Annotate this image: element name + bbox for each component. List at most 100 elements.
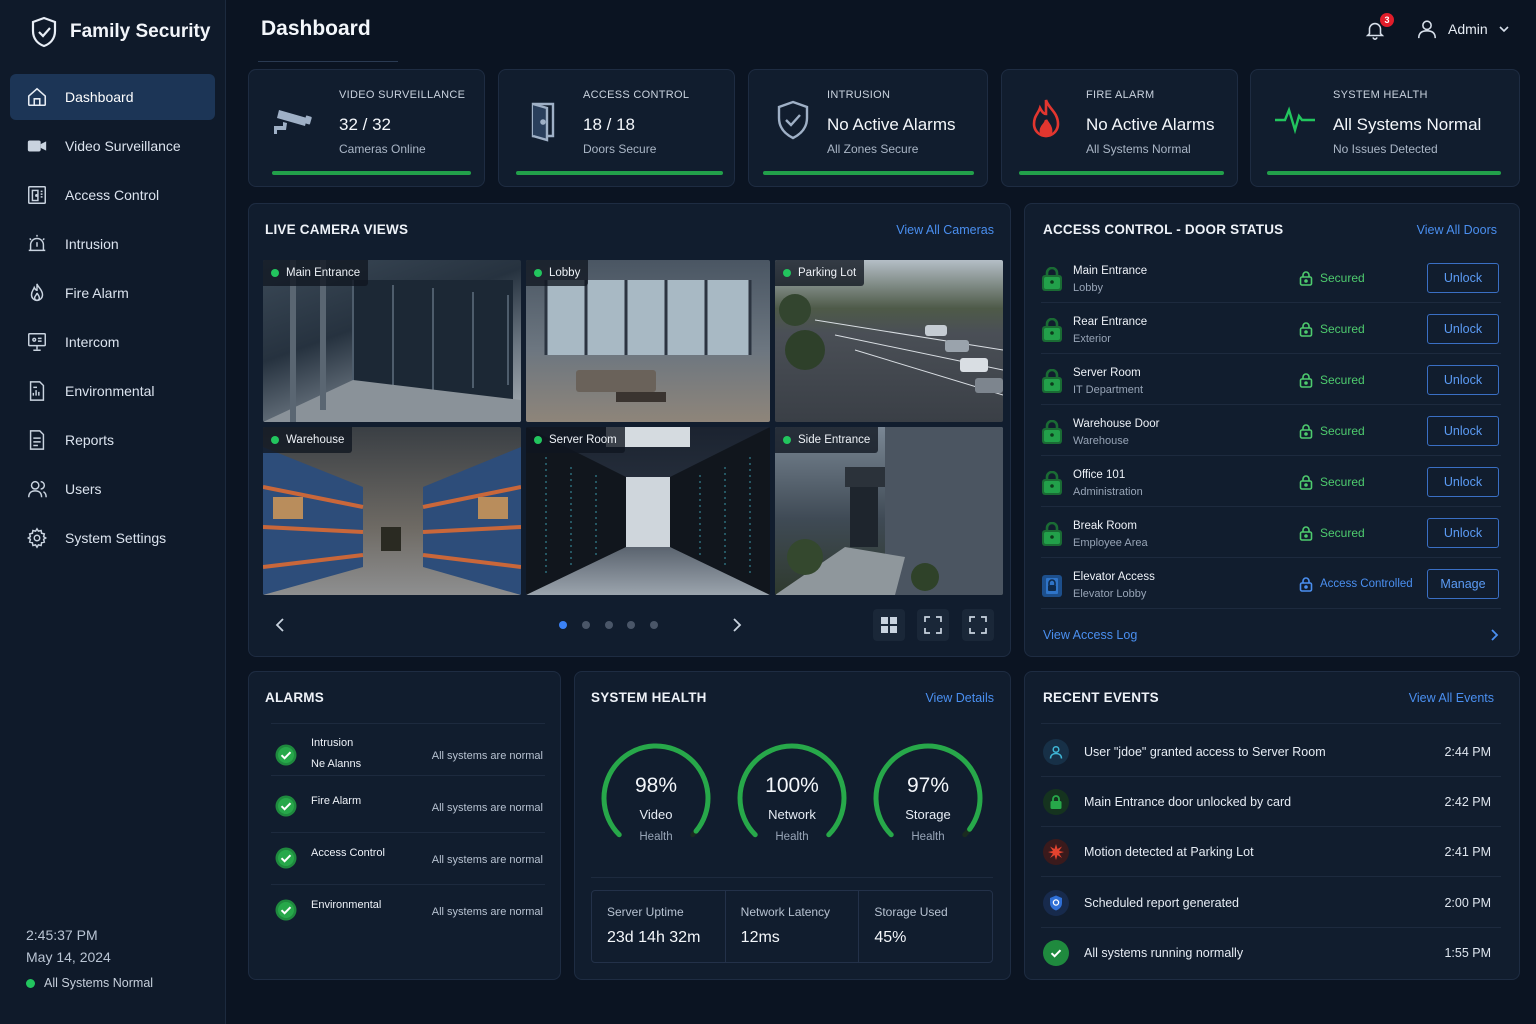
fullscreen-button[interactable] <box>962 609 994 641</box>
sidebar-item-users[interactable]: Users <box>10 466 215 512</box>
alarm-name: Access Control <box>311 847 385 859</box>
stat-label: SYSTEM HEALTH <box>1333 89 1428 101</box>
alarm-row[interactable]: Environmental All systems are normal <box>271 885 545 937</box>
live-dot-icon <box>783 269 791 277</box>
view-all-events-link[interactable]: View All Events <box>1409 691 1494 705</box>
camera-name: Server Room <box>549 434 617 446</box>
expand-icon <box>924 616 942 634</box>
camera-next-button[interactable] <box>721 609 753 641</box>
health-gauge: 98% Video Health <box>599 741 713 855</box>
sidebar-item-intrusion[interactable]: Intrusion <box>10 221 215 267</box>
camera-feed-parking-lot[interactable]: Parking Lot <box>775 260 1003 422</box>
door-status-text: Secured <box>1320 424 1365 438</box>
alarm-row[interactable]: Intrusion All systems are normal Ne Alanns <box>271 724 545 776</box>
door-status-text: Secured <box>1320 322 1365 336</box>
divider <box>591 877 993 878</box>
live-dot-icon <box>271 269 279 277</box>
unlock-button[interactable]: Unlock <box>1427 263 1499 293</box>
event-row[interactable]: Scheduled report generated 2:00 PM <box>1041 878 1501 928</box>
camera-label: Lobby <box>526 260 589 286</box>
camera-prev-button[interactable] <box>264 609 296 641</box>
motion-icon <box>1043 839 1069 866</box>
camera-page-dot[interactable] <box>582 621 590 629</box>
door-lock-icon <box>1041 521 1063 546</box>
stat-sub: All Systems Normal <box>1086 142 1191 156</box>
sidebar-item-environmental[interactable]: Environmental <box>10 368 215 414</box>
stat-card-health[interactable]: SYSTEM HEALTH All Systems Normal No Issu… <box>1250 69 1520 187</box>
panel-title: LIVE CAMERA VIEWS <box>265 222 409 237</box>
alarm-row[interactable]: Access Control All systems are normal <box>271 833 545 885</box>
view-all-doors-link[interactable]: View All Doors <box>1417 223 1497 237</box>
camera-feed-main-entrance[interactable]: Main Entrance <box>263 260 521 422</box>
camera-feed-side-entrance[interactable]: Side Entrance <box>775 427 1003 595</box>
user-menu[interactable]: Admin <box>1416 18 1510 40</box>
sidebar-item-label: Reports <box>65 432 115 448</box>
stat-card-access[interactable]: ACCESS CONTROL 18 / 18 Doors Secure <box>498 69 735 187</box>
camera-feed-warehouse[interactable]: Warehouse <box>263 427 521 595</box>
camera-page-dot[interactable] <box>605 621 613 629</box>
camera-page-dot[interactable] <box>650 621 658 629</box>
sidebar-item-fire-alarm[interactable]: Fire Alarm <box>10 270 215 316</box>
sidebar-item-system-settings[interactable]: System Settings <box>10 515 215 561</box>
gauge-percent: 98% <box>634 774 678 797</box>
stat-card-intrusion[interactable]: INTRUSION No Active Alarms All Zones Sec… <box>748 69 988 187</box>
notification-badge: 3 <box>1380 13 1394 27</box>
camera-feed-server-room[interactable]: Server Room <box>526 427 770 595</box>
notifications-button[interactable]: 3 <box>1364 13 1394 44</box>
sidebar-item-intercom[interactable]: Intercom <box>10 319 215 365</box>
brand[interactable]: Family Security <box>30 16 210 48</box>
live-dot-icon <box>534 269 542 277</box>
event-row[interactable]: All systems running normally 1:55 PM <box>1041 928 1501 978</box>
event-text: All systems running normally <box>1084 945 1244 960</box>
event-text: User "jdoe" granted access to Server Roo… <box>1084 745 1326 759</box>
camera-name: Warehouse <box>286 434 345 446</box>
lock-icon <box>1299 526 1313 541</box>
chevron-right-icon[interactable] <box>1489 628 1501 642</box>
check-icon <box>275 795 297 817</box>
stat-sub: Doors Secure <box>583 142 657 156</box>
stat-progress-bar <box>1019 171 1224 175</box>
view-access-log-link[interactable]: View Access Log <box>1043 628 1137 642</box>
event-time: 2:00 PM <box>1444 895 1491 910</box>
camera-feed-lobby[interactable]: Lobby <box>526 260 770 422</box>
sidebar-item-label: Video Surveillance <box>65 138 181 154</box>
door-status-panel: ACCESS CONTROL - DOOR STATUS View All Do… <box>1024 203 1520 657</box>
unlock-button[interactable]: Unlock <box>1427 518 1499 548</box>
camera-page-dot[interactable] <box>627 621 635 629</box>
door-icon <box>531 102 555 142</box>
page-title: Dashboard <box>261 17 371 40</box>
fullscreen-icon <box>969 616 987 634</box>
sidebar-item-access-control[interactable]: Access Control <box>10 172 215 218</box>
event-row[interactable]: User "jdoe" granted access to Server Roo… <box>1041 727 1501 777</box>
event-row[interactable]: Main Entrance door unlocked by card 2:42 … <box>1041 777 1501 828</box>
door-status: Secured <box>1299 372 1365 388</box>
camera-name: Parking Lot <box>798 267 857 279</box>
manage-button[interactable]: Manage <box>1427 569 1499 599</box>
camera-page-dot[interactable] <box>559 621 567 629</box>
panel-title: ACCESS CONTROL - DOOR STATUS <box>1043 222 1284 237</box>
clock-time: 2:45:37 PM <box>26 927 98 943</box>
unlock-button[interactable]: Unlock <box>1427 314 1499 344</box>
unlock-button[interactable]: Unlock <box>1427 365 1499 395</box>
metric-storage: Storage Used 45% <box>859 891 992 962</box>
sidebar-item-dashboard[interactable]: Dashboard <box>10 74 215 120</box>
view-details-link[interactable]: View Details <box>925 691 994 705</box>
unlock-button[interactable]: Unlock <box>1427 467 1499 497</box>
unlock-button[interactable]: Unlock <box>1427 416 1499 446</box>
alarm-row[interactable]: Fire Alarm All systems are normal <box>271 781 545 833</box>
stat-card-fire[interactable]: FIRE ALARM No Active Alarms All Systems … <box>1001 69 1238 187</box>
sidebar-item-reports[interactable]: Reports <box>10 417 215 463</box>
event-row[interactable]: Motion detected at Parking Lot 2:41 PM <box>1041 827 1501 878</box>
live-dot-icon <box>534 436 542 444</box>
sidebar-item-label: System Settings <box>65 530 167 546</box>
view-all-cameras-link[interactable]: View All Cameras <box>896 223 994 237</box>
camera-label: Main Entrance <box>263 260 369 286</box>
alarm-detail: Ne Alanns <box>311 758 362 770</box>
stat-card-video[interactable]: VIDEO SURVEILLANCE 32 / 32 Cameras Onlin… <box>248 69 485 187</box>
door-name: Main Entrance <box>1073 265 1148 277</box>
expand-view-button[interactable] <box>917 609 949 641</box>
door-lock-icon <box>1041 419 1063 444</box>
sidebar-item-video-surveillance[interactable]: Video Surveillance <box>10 123 215 169</box>
grid-view-button[interactable] <box>873 609 905 641</box>
door-status-text: Secured <box>1320 526 1365 540</box>
